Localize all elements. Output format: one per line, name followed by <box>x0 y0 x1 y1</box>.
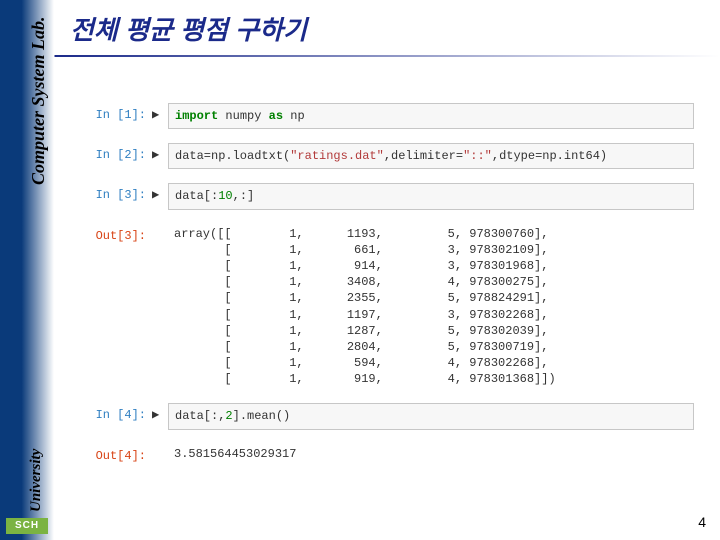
prompt-in-1: In [1]: <box>74 103 152 127</box>
run-icon[interactable]: ▶ <box>152 143 168 167</box>
cell-in-1: In [1]: ▶ import numpy as np <box>74 103 694 129</box>
cell-out-3: Out[3]: array([[ 1, 1193, 5, 978300760],… <box>74 224 694 390</box>
cell-in-2: In [2]: ▶ data=np.loadtxt("ratings.dat",… <box>74 143 694 169</box>
cell-in-4: In [4]: ▶ data[:,2].mean() <box>74 403 694 429</box>
run-icon[interactable]: ▶ <box>152 183 168 207</box>
prompt-in-4: In [4]: <box>74 403 152 427</box>
page-title: 전체 평균 평점 구하기 <box>70 10 307 47</box>
cell-out-4: Out[4]: 3.581564453029317 <box>74 444 694 468</box>
code-output-3: array([[ 1, 1193, 5, 978300760], [ 1, 66… <box>168 224 694 390</box>
prompt-out-4: Out[4]: <box>74 444 152 468</box>
code-input-4[interactable]: data[:,2].mean() <box>168 403 694 429</box>
sidebar-logo: SCH <box>6 518 48 534</box>
run-icon[interactable]: ▶ <box>152 103 168 127</box>
sidebar-top-label: Computer System Lab. <box>28 16 49 185</box>
title-underline <box>0 55 720 57</box>
prompt-in-2: In [2]: <box>74 143 152 167</box>
page-number: 4 <box>698 514 706 530</box>
code-input-2[interactable]: data=np.loadtxt("ratings.dat",delimiter=… <box>168 143 694 169</box>
notebook-area: In [1]: ▶ import numpy as np In [2]: ▶ d… <box>74 103 694 482</box>
code-output-4: 3.581564453029317 <box>168 444 694 464</box>
cell-in-3: In [3]: ▶ data[:10,:] <box>74 183 694 209</box>
code-input-1[interactable]: import numpy as np <box>168 103 694 129</box>
sidebar: Computer System Lab. University SCH <box>0 0 54 540</box>
prompt-out-3: Out[3]: <box>74 224 152 248</box>
run-icon[interactable]: ▶ <box>152 403 168 427</box>
code-input-3[interactable]: data[:10,:] <box>168 183 694 209</box>
sidebar-bottom-label: University <box>28 449 45 512</box>
prompt-in-3: In [3]: <box>74 183 152 207</box>
